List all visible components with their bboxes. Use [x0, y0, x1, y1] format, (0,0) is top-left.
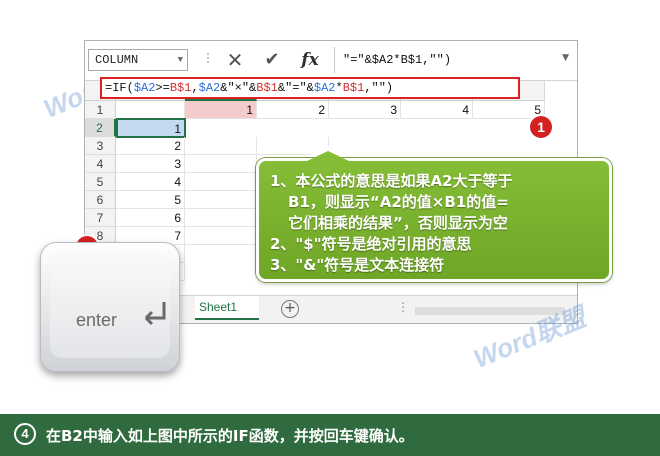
- cell-a5[interactable]: 4: [116, 173, 185, 191]
- formula-part: ,""): [364, 81, 394, 95]
- formula-ref-b1: B$1: [342, 81, 365, 95]
- enter-key-label: enter: [76, 310, 118, 330]
- cell-b6[interactable]: [185, 191, 257, 209]
- name-box-value: COLUMN: [95, 53, 139, 67]
- cancel-entry-button[interactable]: ✕: [221, 47, 249, 73]
- formula-ref-a2: $A2: [198, 81, 221, 95]
- cell-b2-formula-editor[interactable]: =IF($A2>=B$1,$A2&"×"&B$1&"="&$A2*B$1,""): [100, 77, 520, 99]
- cell-a6[interactable]: 5: [116, 191, 185, 209]
- cell-b5[interactable]: [185, 173, 257, 191]
- cell-a4[interactable]: 3: [116, 155, 185, 173]
- callout-line-3: 它们相乘的结果”，否则显示为空: [288, 214, 508, 232]
- formula-ref-a2: $A2: [313, 81, 336, 95]
- row-header-6[interactable]: 6: [85, 191, 116, 209]
- add-sheet-button[interactable]: +: [281, 300, 299, 318]
- cell-b4[interactable]: [185, 155, 257, 173]
- formula-ref-b1: B$1: [169, 81, 192, 95]
- formula-part: >=: [155, 81, 170, 95]
- row-header-2[interactable]: 2: [85, 119, 116, 137]
- enter-key-illustration: enter: [40, 242, 180, 372]
- row-header-3[interactable]: 3: [85, 137, 116, 155]
- sheet-tab-sheet1[interactable]: Sheet1: [195, 296, 259, 320]
- cell-a3[interactable]: 2: [116, 137, 185, 155]
- cell-a2[interactable]: 1: [116, 118, 186, 138]
- callout-pointer-fill: [305, 151, 351, 162]
- step-caption: 在B2中输入如上图中所示的IF函数，并按回车键确认。: [46, 427, 414, 445]
- confirm-entry-button[interactable]: ✔: [258, 47, 286, 73]
- step-badge-1: 1: [530, 116, 552, 138]
- cell-b8[interactable]: [185, 227, 257, 245]
- callout-line-2: B1，则显示“A2的值×B1的值=: [288, 193, 509, 211]
- cell-d1[interactable]: 3: [329, 101, 401, 119]
- row-header-7[interactable]: 7: [85, 209, 116, 227]
- callout-line-5: 3、"&"符号是文本连接符: [270, 256, 445, 274]
- enter-return-icon: [144, 302, 166, 326]
- formula-part: *: [335, 81, 343, 95]
- expand-formula-bar-icon[interactable]: ▼: [562, 53, 569, 63]
- step-caption-bar: 4 在B2中输入如上图中所示的IF函数，并按回车键确认。: [0, 414, 660, 456]
- name-box[interactable]: COLUMN ▼: [88, 49, 188, 71]
- row-header-4[interactable]: 4: [85, 155, 116, 173]
- cell-a7[interactable]: 6: [116, 209, 185, 227]
- formula-ref-a2: $A2: [133, 81, 156, 95]
- callout-line-1: 1、本公式的意思是如果A2大于等于: [270, 172, 513, 190]
- row-header-5[interactable]: 5: [85, 173, 116, 191]
- formula-input[interactable]: "="&$A2*B$1,""): [343, 53, 451, 67]
- formula-part: &"="&: [277, 81, 314, 95]
- cell-f1[interactable]: 5: [473, 101, 545, 119]
- formula-ref-b1: B$1: [256, 81, 278, 95]
- formula-bar: COLUMN ▼ ⋮ ✕ ✔ fx "="&$A2*B$1,"") ▼: [85, 41, 577, 81]
- formula-part: ,: [191, 81, 199, 95]
- cell-c1[interactable]: 2: [257, 101, 329, 119]
- tab-bar-grip-icon: ⋮: [397, 300, 409, 314]
- cell-b1[interactable]: 1: [185, 101, 257, 119]
- enter-key-cap: enter: [50, 252, 170, 358]
- cell-e1[interactable]: 4: [401, 101, 473, 119]
- formula-part: =IF(: [105, 81, 134, 95]
- formula-part: &"×"&: [220, 81, 257, 95]
- cell-b3[interactable]: [185, 137, 257, 155]
- step-number: 4: [14, 423, 36, 445]
- row-header-1[interactable]: 1: [85, 101, 116, 119]
- callout-line-4: 2、"$"符号是绝对引用的意思: [270, 235, 472, 253]
- name-box-dropdown-icon[interactable]: ▼: [178, 50, 183, 70]
- cell-b7[interactable]: [185, 209, 257, 227]
- formula-bar-separator: [334, 47, 335, 73]
- cell-a1[interactable]: [116, 101, 185, 119]
- formula-bar-grip-icon: ⋮: [202, 51, 214, 65]
- insert-function-button[interactable]: fx: [296, 47, 324, 73]
